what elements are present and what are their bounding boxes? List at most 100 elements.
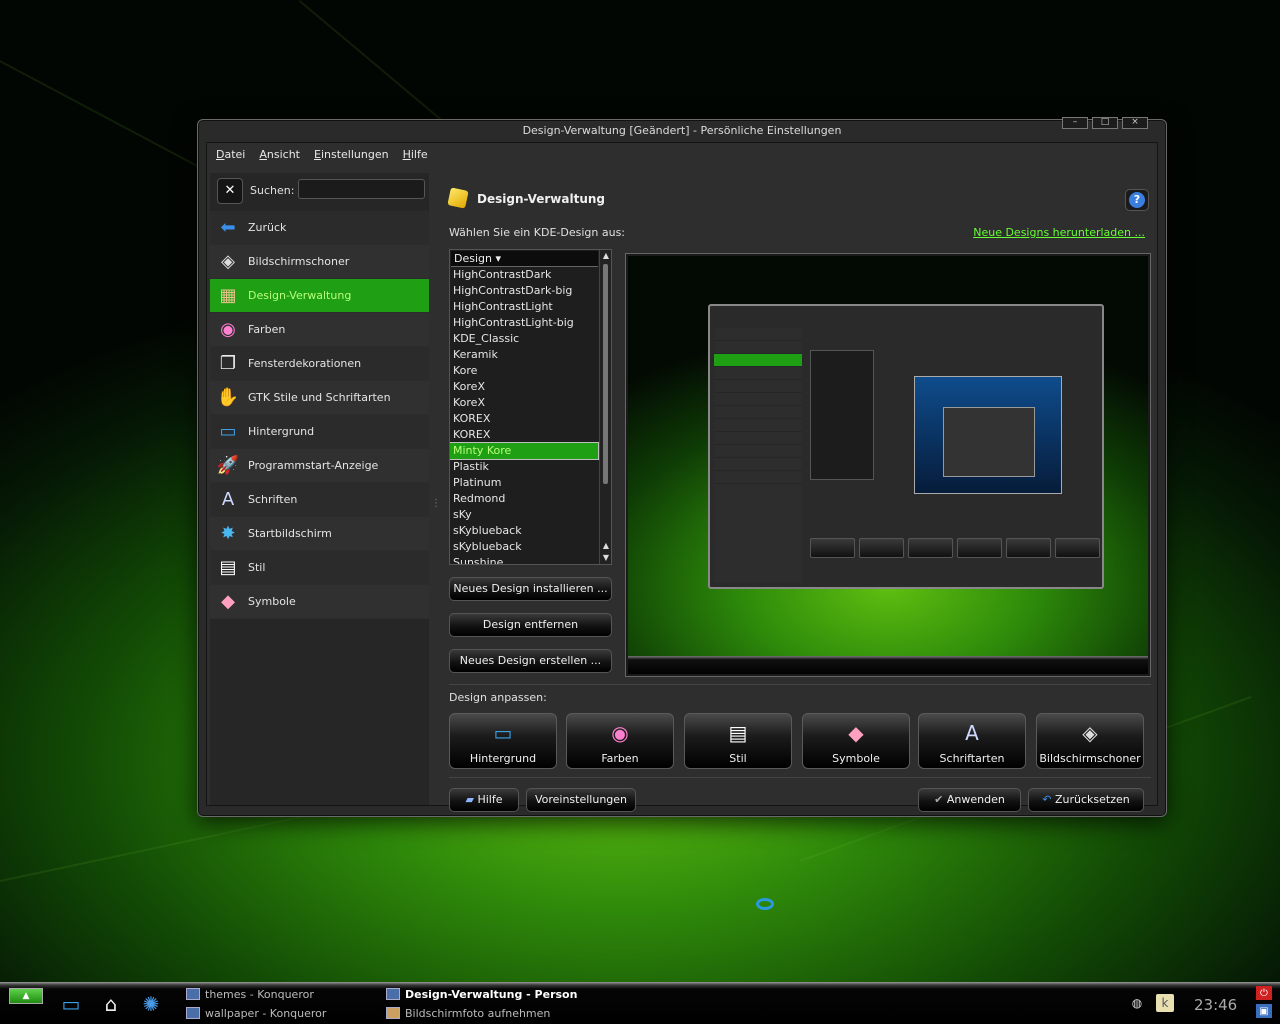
task-wallpaper-konqueror[interactable]: wallpaper - Konqueror (186, 1004, 326, 1022)
settings-window-icon (386, 988, 400, 1000)
reset-button[interactable]: ↶ Zurücksetzen (1028, 788, 1144, 812)
lock-screen-icon[interactable]: ▣ (1256, 1004, 1272, 1018)
theme-list-item[interactable]: Minty Kore (450, 442, 599, 460)
theme-list-item[interactable]: Platinum (450, 475, 598, 491)
download-themes-link[interactable]: Neue Designs herunterladen ... (973, 226, 1145, 239)
theme-list-item[interactable]: Redmond (450, 491, 598, 507)
logout-icon[interactable]: ⏻ (1256, 986, 1272, 1000)
customize-schriftarten-button[interactable]: A Schriftarten (918, 713, 1026, 769)
window-controls: – □ × (1062, 117, 1148, 129)
search-row: ✕ Suchen: (210, 173, 429, 209)
konqueror-browser-icon[interactable]: ✺ (136, 990, 166, 1018)
theme-list[interactable]: Design ▾ HighContrastDark HighContrastDar… (449, 249, 612, 565)
customize-farben-button[interactable]: ◉ Farben (566, 713, 674, 769)
theme-list-scrollbar[interactable]: ▲ ▲ ▼ (599, 250, 611, 564)
sidebar-item-label: Startbildschirm (248, 527, 332, 540)
gtk-styles-icon: ✋ (216, 387, 240, 408)
theme-list-item[interactable]: KDE_Classic (450, 331, 598, 347)
theme-manager-icon: ▦ (219, 285, 237, 306)
background-icon: ▭ (219, 421, 237, 442)
theme-list-item[interactable]: Kore (450, 363, 598, 379)
menu-hilfe[interactable]: Hilfe (403, 148, 428, 161)
sidebar-nav: ⬅ Zurück ◈ Bildschirmschoner ▦ Design-Verwalt… (210, 211, 429, 619)
sidebar-item-symbole[interactable]: ◆ Symbole (210, 585, 429, 619)
customize-bildschirmschoner-button[interactable]: ◈ Bildschirmschoner (1036, 713, 1144, 769)
theme-list-item[interactable]: sKyblueback (450, 539, 598, 555)
theme-list-item[interactable]: KOREX (450, 427, 598, 443)
sidebar-item-stil[interactable]: ▤ Stil (210, 551, 429, 585)
customize-label: Design anpassen: (449, 691, 547, 704)
sidebar-item-label: Bildschirmschoner (248, 255, 350, 268)
theme-list-item[interactable]: HighContrastLight-big (450, 315, 598, 331)
customize-stil-button[interactable]: ▤ Stil (684, 713, 792, 769)
theme-list-item[interactable]: Plastik (450, 459, 598, 475)
install-theme-button[interactable]: Neues Design installieren ... (449, 577, 612, 601)
sidebar-item-zurück[interactable]: ⬅ Zurück (210, 211, 429, 245)
apply-button[interactable]: ✔ Anwenden (918, 788, 1021, 812)
menu-einstellungen[interactable]: Einstellungen (314, 148, 389, 161)
sidebar-item-hintergrund[interactable]: ▭ Hintergrund (210, 415, 429, 449)
menu-ansicht[interactable]: Ansicht (259, 148, 300, 161)
sidebar-item-farben[interactable]: ◉ Farben (210, 313, 429, 347)
preview-taskbar (628, 656, 1148, 674)
theme-list-item[interactable]: Sunshine (450, 555, 598, 564)
theme-list-item[interactable]: HighContrastDark-big (450, 283, 598, 299)
kmenu-arrow-icon: ▲ (22, 991, 30, 1001)
theme-list-item[interactable]: KOREX (450, 411, 598, 427)
task-themes-konqueror[interactable]: themes - Konqueror (186, 985, 314, 1003)
scroll-up-icon[interactable]: ▲ (602, 251, 610, 260)
maximize-button[interactable]: □ (1092, 117, 1118, 129)
tile-label: Hintergrund (469, 752, 537, 765)
show-desktop-icon[interactable]: ▭ (56, 990, 86, 1018)
theme-list-item[interactable]: sKyblueback (450, 523, 598, 539)
scroll-down-icon[interactable]: ▼ (602, 553, 610, 562)
search-input[interactable] (298, 179, 425, 199)
window-body: Datei Ansicht Einstellungen Hilfe ✕ Such… (206, 142, 1158, 812)
theme-list-item[interactable]: HighContrastLight (450, 299, 598, 315)
kmenu-button[interactable]: ▲ (9, 988, 43, 1004)
close-button[interactable]: × (1122, 117, 1148, 129)
checkmark-icon: ✔ (934, 793, 944, 806)
defaults-button[interactable]: Voreinstellungen (526, 788, 636, 812)
theme-list-item[interactable]: KoreX (450, 379, 598, 395)
sidebar-item-label: Zurück (248, 221, 287, 234)
home-folder-icon[interactable]: ⌂ (96, 990, 126, 1018)
sidebar-item-gtk-stile-und-schriftarten[interactable]: ✋ GTK Stile und Schriftarten (210, 381, 429, 415)
theme-list-items: HighContrastDark HighContrastDark-big High… (450, 267, 611, 564)
minimize-button[interactable]: – (1062, 117, 1088, 129)
sidebar-item-startbildschirm[interactable]: ✸ Startbildschirm (210, 517, 429, 551)
theme-list-item[interactable]: KoreX (450, 395, 598, 411)
launch-feedback-icon: 🚀 (216, 455, 240, 476)
tray-network-icon[interactable]: ◍ (1128, 994, 1146, 1012)
tray-klipper-icon[interactable]: k (1156, 994, 1174, 1012)
create-theme-button[interactable]: Neues Design erstellen ... (449, 649, 612, 673)
task-design-verwaltung[interactable]: Design-Verwaltung - Person (386, 985, 577, 1003)
icons-icon: ◆ (221, 591, 235, 612)
customize-hintergrund-button[interactable]: ▭ Hintergrund (449, 713, 557, 769)
scroll-thumb[interactable] (603, 264, 608, 484)
sidebar-item-programmstart-anzeige[interactable]: 🚀 Programmstart-Anzeige (210, 449, 429, 483)
clock[interactable]: 23:46 (1194, 996, 1237, 1014)
sidebar-item-design-verwaltung[interactable]: ▦ Design-Verwaltung (210, 279, 429, 313)
tile-label: Bildschirmschoner (1039, 752, 1141, 765)
remove-theme-button[interactable]: Design entfernen (449, 613, 612, 637)
theme-list-item[interactable]: HighContrastDark (450, 267, 598, 283)
menu-bar: Datei Ansicht Einstellungen Hilfe (207, 143, 1157, 165)
sidebar-item-bildschirmschoner[interactable]: ◈ Bildschirmschoner (210, 245, 429, 279)
theme-list-item[interactable]: sKy (450, 507, 598, 523)
fonts-icon: A (965, 721, 979, 745)
scroll-up-icon[interactable]: ▲ (602, 541, 610, 550)
whats-this-button[interactable]: ? (1125, 189, 1149, 211)
sidebar-item-fensterdekorationen[interactable]: ❐ Fensterdekorationen (210, 347, 429, 381)
help-button[interactable]: ▰ Hilfe (449, 788, 519, 812)
clear-search-button[interactable]: ✕ (217, 178, 243, 204)
task-screenshot[interactable]: Bildschirmfoto aufnehmen (386, 1004, 550, 1022)
tile-label: Stil (729, 752, 747, 765)
customize-symbole-button[interactable]: ◆ Symbole (802, 713, 910, 769)
page-title: Design-Verwaltung (477, 192, 605, 206)
theme-list-header[interactable]: Design ▾ (451, 251, 598, 267)
folder-window-icon (186, 1007, 200, 1019)
sidebar-item-schriften[interactable]: A Schriften (210, 483, 429, 517)
menu-datei[interactable]: Datei (216, 148, 245, 161)
theme-list-item[interactable]: Keramik (450, 347, 598, 363)
